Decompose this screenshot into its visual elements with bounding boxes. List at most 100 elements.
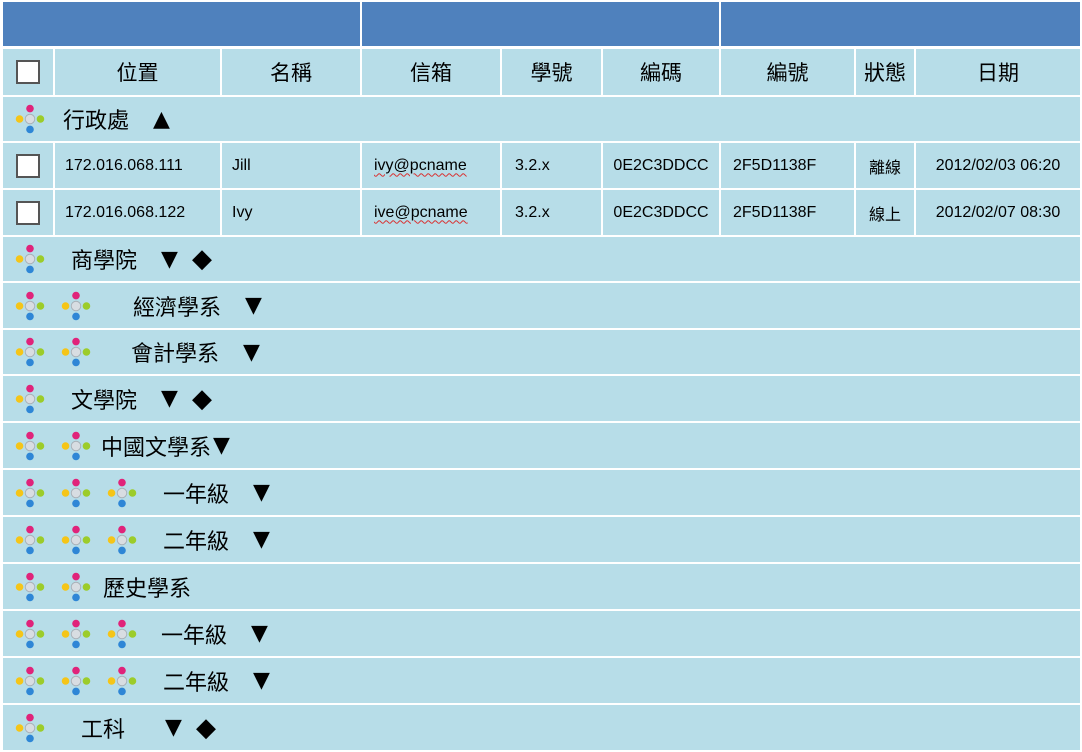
group-icons bbox=[11, 240, 49, 278]
expand-arrow-icon[interactable]: ▼ bbox=[253, 480, 270, 505]
expand-arrow-icon[interactable]: ▼ bbox=[165, 715, 182, 740]
expand-arrow-icon[interactable]: ▼ bbox=[253, 668, 270, 693]
node-group-icon bbox=[107, 619, 137, 648]
column-header-location[interactable]: 位置 bbox=[55, 49, 220, 95]
node-group-icon bbox=[15, 291, 45, 320]
group-icons bbox=[11, 662, 141, 700]
column-header-number[interactable]: 編號 bbox=[721, 49, 854, 95]
node-group-icon bbox=[61, 478, 91, 507]
expand-arrow-icon[interactable]: ▼ bbox=[243, 340, 260, 365]
node-group-icon bbox=[107, 478, 137, 507]
cell-status: 線上 bbox=[868, 206, 901, 224]
expand-arrow-icon[interactable]: ▼ bbox=[161, 247, 178, 272]
group-icons bbox=[11, 287, 95, 325]
node-group-icon bbox=[15, 572, 45, 601]
email-link[interactable]: ive@pcname bbox=[374, 204, 468, 222]
group-row[interactable]: 文學院 ▼ ◆ bbox=[3, 376, 1080, 421]
group-row[interactable]: 一年級 ▼ bbox=[3, 470, 1080, 515]
expand-arrow-icon[interactable]: ▼ bbox=[253, 527, 270, 552]
cell-code: 0E2C3DDCC bbox=[613, 203, 709, 221]
select-all-checkbox[interactable] bbox=[16, 60, 40, 84]
column-header-row: 位置 名稱 信箱 學號 編碼 編號 狀態 日期 bbox=[3, 49, 1080, 95]
node-group-icon bbox=[15, 478, 45, 507]
group-icons bbox=[11, 100, 49, 138]
row-checkbox-cell bbox=[3, 143, 53, 188]
diamond-icon: ◆ bbox=[195, 712, 216, 743]
group-row-top[interactable]: 行政處 ▲ bbox=[3, 97, 1080, 141]
cell-number: 2F5D1138F bbox=[733, 156, 817, 174]
row-checkbox-cell bbox=[3, 190, 53, 235]
node-group-icon bbox=[15, 666, 45, 695]
cell-student-id: 3.2.x bbox=[515, 203, 550, 221]
group-icons bbox=[11, 427, 95, 465]
column-header-email[interactable]: 信箱 bbox=[362, 49, 500, 95]
group-label: 經濟學系 bbox=[133, 295, 222, 321]
column-header-student-id[interactable]: 學號 bbox=[502, 49, 601, 95]
group-label: 歷史學系 bbox=[103, 576, 192, 602]
group-row[interactable]: 工科 ▼ ◆ bbox=[3, 705, 1080, 750]
group-row[interactable]: 歷史學系 bbox=[3, 564, 1080, 609]
cell-name: Ivy bbox=[232, 203, 253, 221]
column-header-code[interactable]: 編碼 bbox=[603, 49, 719, 95]
node-group-icon bbox=[61, 525, 91, 554]
cell-status: 離線 bbox=[868, 159, 901, 177]
node-group-icon bbox=[15, 431, 45, 460]
node-group-icon bbox=[15, 619, 45, 648]
cell-location: 172.016.068.122 bbox=[65, 203, 186, 221]
group-icons bbox=[11, 474, 141, 512]
group-row[interactable]: 一年級 ▼ bbox=[3, 611, 1080, 656]
node-group-icon bbox=[61, 666, 91, 695]
row-checkbox[interactable] bbox=[16, 153, 40, 178]
row-checkbox[interactable] bbox=[16, 200, 40, 225]
expand-arrow-icon[interactable]: ▼ bbox=[213, 433, 230, 458]
group-icons bbox=[11, 333, 95, 371]
node-group-icon bbox=[107, 666, 137, 695]
group-label: 一年級 bbox=[163, 482, 230, 508]
email-link[interactable]: ivy@pcname bbox=[374, 157, 467, 175]
node-group-icon bbox=[15, 713, 45, 742]
group-icons bbox=[11, 380, 49, 418]
diamond-icon: ◆ bbox=[191, 383, 212, 414]
table-row[interactable]: 172.016.068.111 Jill ivy@pcname 3.2.x 0E… bbox=[3, 143, 1080, 188]
node-group-icon bbox=[15, 244, 45, 274]
column-header-date[interactable]: 日期 bbox=[916, 49, 1080, 95]
cell-number: 2F5D1138F bbox=[733, 203, 817, 221]
node-group-icon bbox=[61, 431, 91, 460]
group-icons bbox=[11, 709, 49, 747]
header-bar-left bbox=[3, 2, 360, 46]
group-row[interactable]: 中國文學系 ▼ bbox=[3, 423, 1080, 468]
diamond-icon: ◆ bbox=[191, 244, 212, 274]
node-group-icon bbox=[15, 525, 45, 554]
group-icons bbox=[11, 568, 95, 606]
expand-arrow-icon[interactable]: ▼ bbox=[251, 621, 268, 646]
group-row[interactable]: 商學院 ▼ ◆ bbox=[3, 237, 1080, 281]
group-label: 文學院 bbox=[71, 388, 138, 414]
select-all-cell bbox=[3, 49, 53, 95]
cell-date: 2012/02/03 06:20 bbox=[935, 156, 1061, 174]
node-group-icon bbox=[15, 384, 45, 413]
group-label: 行政處 bbox=[63, 109, 130, 134]
expand-arrow-icon[interactable]: ▼ bbox=[161, 386, 178, 411]
node-group-icon bbox=[61, 337, 91, 367]
column-header-status[interactable]: 狀態 bbox=[856, 49, 914, 95]
node-group-icon bbox=[61, 619, 91, 648]
column-header-name[interactable]: 名稱 bbox=[222, 49, 360, 95]
cell-student-id: 3.2.x bbox=[515, 156, 550, 174]
group-label: 工科 bbox=[81, 717, 126, 743]
expand-arrow-icon[interactable]: ▼ bbox=[245, 293, 262, 318]
group-row[interactable]: 二年級 ▼ bbox=[3, 658, 1080, 703]
node-group-icon bbox=[15, 104, 45, 134]
group-label: 中國文學系 bbox=[101, 435, 212, 461]
group-label: 二年級 bbox=[163, 670, 230, 696]
group-row[interactable]: 經濟學系 ▼ bbox=[3, 283, 1080, 328]
group-icons bbox=[11, 615, 141, 653]
group-row[interactable]: 二年級 ▼ bbox=[3, 517, 1080, 562]
group-label: 會計學系 bbox=[131, 342, 220, 367]
table-row[interactable]: 172.016.068.122 Ivy ive@pcname 3.2.x 0E2… bbox=[3, 190, 1080, 235]
node-group-icon bbox=[15, 337, 45, 367]
group-label: 商學院 bbox=[71, 249, 138, 274]
header-bar-middle bbox=[362, 2, 719, 46]
group-row[interactable]: 會計學系 ▼ bbox=[3, 330, 1080, 374]
cell-email: ivy@pcname bbox=[374, 143, 500, 188]
collapse-arrow-icon[interactable]: ▲ bbox=[153, 107, 170, 132]
